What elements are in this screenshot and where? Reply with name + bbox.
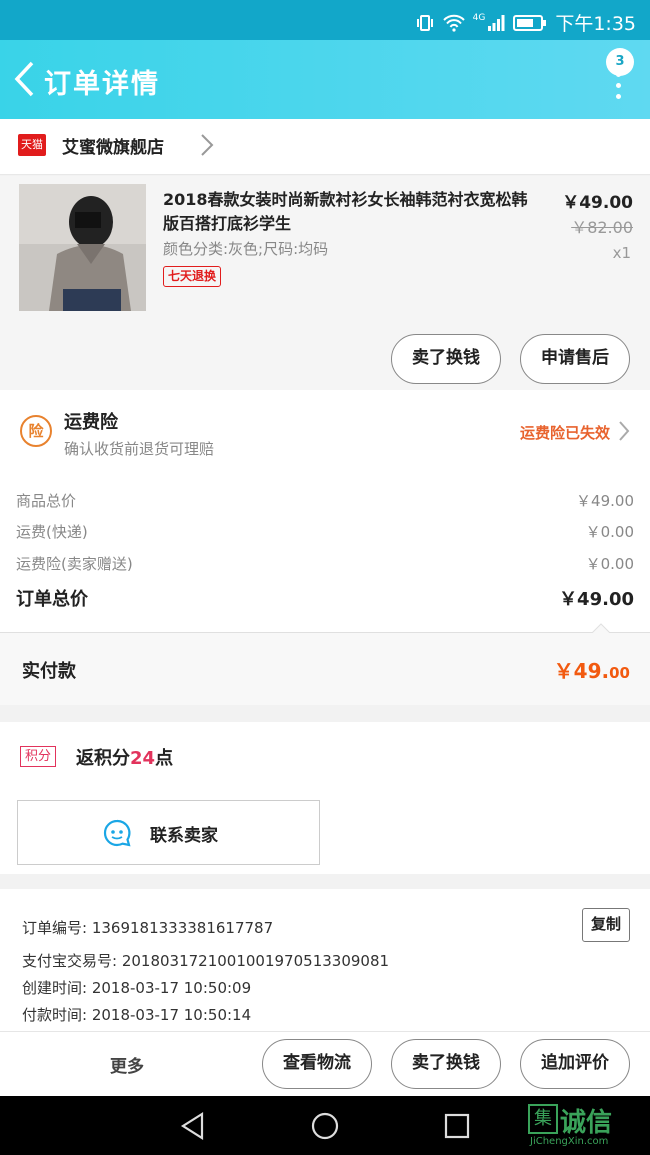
actual-payment-amount: ￥49.00 (553, 659, 630, 683)
order-total-label: 订单总价 (16, 589, 88, 610)
price-breakdown: 商品总价 ￥49.00 运费(快递) ￥0.00 运费险(卖家赠送) ￥0.00… (0, 475, 650, 633)
after-sales-button[interactable]: 申请售后 (520, 334, 630, 384)
points-section: 积分 返积分24点 联系卖家 (0, 722, 650, 874)
shipping-insurance-row[interactable]: 险 运费险 确认收货前退货可理赔 运费险已失效 (0, 390, 650, 475)
nav-back-icon[interactable] (180, 1112, 206, 1140)
fee-row: 运费险(卖家赠送) ￥0.00 (16, 553, 634, 579)
insurance-title: 运费险 (64, 412, 118, 433)
return-policy-tag: 七天退换 (163, 266, 222, 287)
pointer-caret (592, 623, 610, 633)
order-total-row: 订单总价 ￥49.00 (16, 585, 634, 611)
fee-value: ￥0.00 (585, 523, 634, 541)
notification-badge: 3 (606, 48, 634, 76)
insurance-status: 运费险已失效 (519, 424, 610, 442)
status-bar: 4G 下午1:35 (0, 0, 650, 40)
copy-button[interactable]: 复制 (582, 908, 630, 942)
product-sku: 颜色分类:灰色;尺码:均码 (163, 240, 329, 258)
product-card: 2018春款女装时尚新款衬衫女长袖韩范衬衣宽松韩版百搭打底衫学生 颜色分类:灰色… (0, 176, 650, 390)
contact-seller-button[interactable]: 联系卖家 (17, 800, 320, 865)
alipay-trade-number: 支付宝交易号: 2018031721001001970513309081 (22, 952, 390, 970)
fee-row: 运费(快递) ￥0.00 (16, 521, 634, 547)
fee-label: 运费(快递) (16, 523, 88, 541)
fee-label: 运费险(卖家赠送) (16, 555, 133, 573)
actual-payment-row: 实付款 ￥49.00 (0, 633, 650, 705)
actual-payment-label: 实付款 (22, 661, 76, 682)
order-total-value: ￥49.00 (559, 589, 634, 610)
nav-home-icon[interactable] (310, 1111, 340, 1141)
more-menu-icon[interactable] (614, 72, 622, 102)
fee-label: 商品总价 (16, 492, 77, 510)
product-title[interactable]: 2018春款女装时尚新款衬衫女长袖韩范衬衣宽松韩版百搭打底衫学生 (163, 188, 535, 236)
resell-button[interactable]: 卖了换钱 (391, 1039, 501, 1089)
store-row[interactable]: 天猫 艾蜜微旗舰店 (0, 119, 650, 175)
points-text: 返积分24点 (76, 748, 174, 769)
tmall-logo: 天猫 (18, 134, 46, 156)
fee-value: ￥49.00 (576, 492, 634, 510)
clock: 下午1:35 (555, 13, 636, 35)
fee-value: ￥0.00 (585, 555, 634, 573)
chevron-right-icon (201, 134, 214, 156)
resell-button[interactable]: 卖了换钱 (391, 334, 501, 384)
battery-icon (513, 14, 547, 31)
points-tag: 积分 (20, 746, 57, 767)
back-arrow-icon[interactable] (12, 60, 36, 98)
created-time: 创建时间: 2018-03-17 10:50:09 (22, 979, 252, 997)
order-number: 订单编号: 1369181333381617787 (22, 919, 274, 937)
order-info: 订单编号: 1369181333381617787 支付宝交易号: 201803… (0, 889, 650, 1031)
vibrate-icon (416, 14, 433, 31)
product-price: ￥49.00 (562, 193, 633, 213)
product-original-price: ￥82.00 (571, 218, 633, 237)
status-icons: 4G 下午1:35 (415, 9, 636, 36)
insurance-description: 确认收货前退货可理赔 (64, 440, 215, 458)
system-nav-bar: 集 诚信 JiChengXin.com (0, 1096, 650, 1155)
insurance-icon: 险 (20, 415, 52, 447)
signal-icon (488, 14, 505, 31)
chevron-right-icon (619, 421, 630, 441)
payment-time: 付款时间: 2018-03-17 10:50:14 (22, 1006, 252, 1024)
watermark-logo: 集 诚信 JiChengXin.com (528, 1100, 644, 1150)
page-title: 订单详情 (44, 69, 160, 100)
bottom-action-bar: 更多 查看物流 卖了换钱 追加评价 (0, 1031, 650, 1096)
store-name[interactable]: 艾蜜微旗舰店 (62, 133, 164, 158)
fee-row: 商品总价 ￥49.00 (16, 490, 634, 516)
header-bar: 订单详情 3 (0, 40, 650, 119)
product-image[interactable] (19, 184, 146, 311)
product-quantity: x1 (612, 244, 631, 262)
network-type: 4G (472, 12, 486, 23)
view-logistics-button[interactable]: 查看物流 (262, 1039, 372, 1089)
nav-recents-icon[interactable] (444, 1113, 470, 1139)
wifi-icon (442, 14, 465, 32)
contact-seller-label: 联系卖家 (150, 826, 218, 846)
more-button[interactable]: 更多 (110, 1052, 144, 1077)
chat-bubble-icon (103, 819, 131, 847)
add-review-button[interactable]: 追加评价 (520, 1039, 630, 1089)
